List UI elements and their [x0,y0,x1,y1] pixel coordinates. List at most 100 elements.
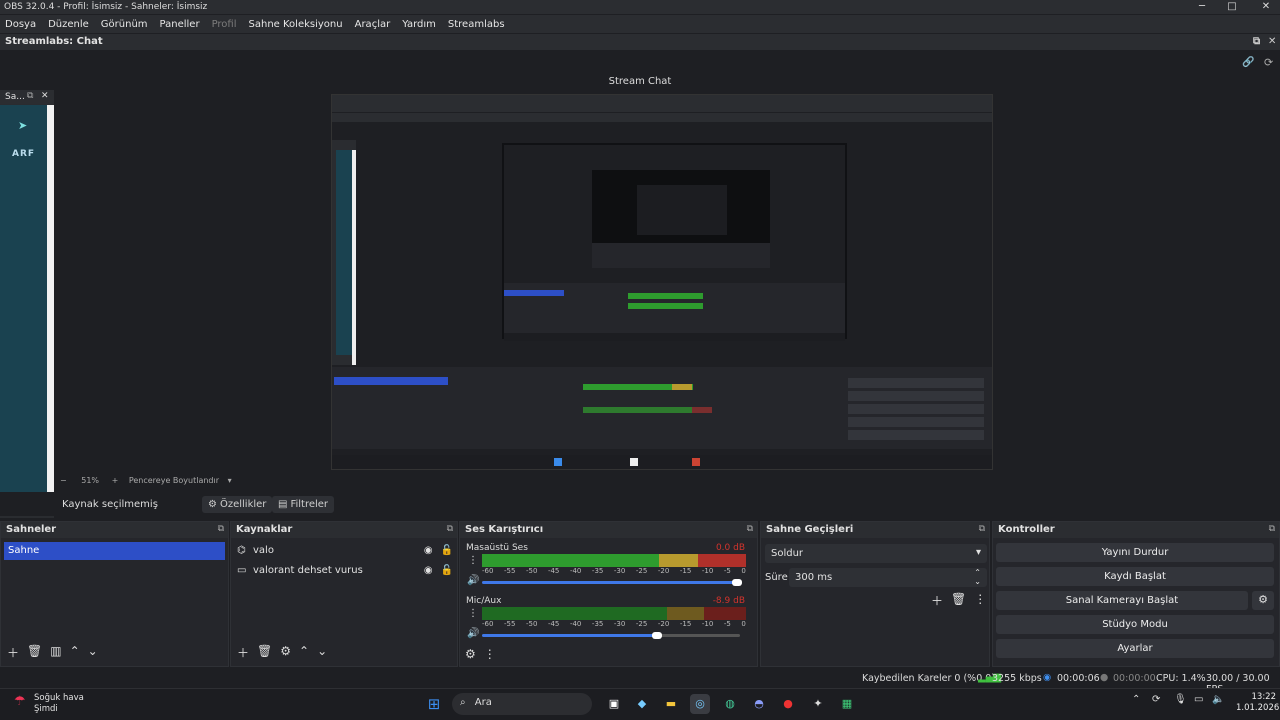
menu-gorunum[interactable]: Görünüm [101,19,148,30]
app-red-icon[interactable]: ● [778,694,798,714]
app-green-icon[interactable]: ▦ [837,694,857,714]
chevron-up-icon[interactable]: ⌃ [1132,694,1140,705]
trash-icon[interactable]: 🗑 [27,644,42,661]
side-close-icon[interactable]: ✕ [41,91,49,101]
app-icon[interactable]: ✦ [808,694,828,714]
obs-icon[interactable]: ◎ [690,694,710,714]
window-title: OBS 32.0.4 - Profil: İsimsiz - Sahneler:… [4,2,208,12]
add-icon[interactable]: ＋ [7,644,19,661]
audio-meter: -60 -55 -50 -45 -40 -35 -30 -25 -20 -15 -10 -5 0 [482,554,746,575]
lock-icon[interactable]: 🔓 [441,545,453,556]
trash-icon[interactable]: 🗑 [257,644,272,661]
sources-title: Kaynaklar [236,524,293,535]
side-strip: ➤ ARF [0,105,47,515]
duration-field[interactable]: 300 ms ⌃ ⌄ [789,568,987,587]
refresh-icon[interactable]: ⟳ [1264,56,1273,69]
clock[interactable]: 13:22 1.01.2026 [1236,692,1279,714]
menu-dots-icon[interactable]: ⋮ [974,592,986,609]
gear-icon[interactable]: ⚙ [1252,591,1274,610]
eye-icon[interactable]: ◉ [424,545,433,556]
start-recording-button[interactable]: Kaydı Başlat [996,567,1274,586]
eye-icon[interactable]: ◉ [424,565,433,576]
trash-icon[interactable]: 🗑 [951,592,966,609]
transition-select[interactable]: Soldur ▾ [765,544,987,563]
preview-canvas[interactable] [331,94,993,470]
network-icon[interactable]: ▭ [1194,694,1203,705]
gear-icon[interactable]: ⚙ [280,644,291,661]
copilot-icon[interactable]: ◆ [632,694,652,714]
folder-icon[interactable]: ▬ [661,694,681,714]
popout-icon[interactable]: ⧉ [979,524,985,534]
volume-knob[interactable] [732,579,742,586]
menu-dots-icon[interactable]: ⋮ [484,647,496,661]
time: 13:22 [1251,692,1277,702]
volume-knob[interactable] [652,632,662,639]
popout-icon[interactable]: ⧉ [747,524,753,534]
gamepad-icon: ⌬ [237,544,246,556]
popout-icon[interactable]: ⧉ [447,524,453,534]
weather-widget[interactable]: Soğuk hava Şimdi [34,693,84,715]
studio-mode-button[interactable]: Stüdyo Modu [996,615,1274,634]
menu-yardim[interactable]: Yardım [402,19,436,30]
send-icon[interactable]: ➤ [18,119,27,132]
menu-profil[interactable]: Profil [212,19,237,30]
link-icon[interactable]: 🔗 [1242,57,1254,68]
stop-stream-button[interactable]: Yayını Durdur [996,543,1274,562]
close-button[interactable]: ✕ [1256,1,1276,12]
menu-sahne-koleksiyonu[interactable]: Sahne Koleksiyonu [249,19,343,30]
move-up-icon[interactable]: ⌃ [70,644,80,661]
float-icon[interactable]: ⧉ [1253,36,1260,47]
mic-icon[interactable]: 🎙 [1174,694,1187,705]
properties-button[interactable]: ⚙ Özellikler [202,496,273,513]
side-float-icon[interactable]: ⧉ [27,91,33,101]
menu-dots-icon[interactable]: ⋮ [468,555,478,566]
move-down-icon[interactable]: ⌄ [317,644,327,661]
spin-icon[interactable]: ⌃ ⌄ [974,568,981,586]
move-up-icon[interactable]: ⌃ [299,644,309,661]
volume-slider[interactable] [482,634,658,637]
scene-item[interactable]: Sahne [4,542,225,560]
chevron-down-icon: ▾ [975,547,981,558]
start-icon[interactable]: ⊞ [424,694,444,714]
zoom-mode[interactable]: Pencereye Boyutlandır [129,476,219,485]
menu-paneller[interactable]: Paneller [160,19,200,30]
source-row[interactable]: ⌬ valo ◉ 🔓 [237,541,453,559]
zoom-out-button[interactable]: − [60,476,67,485]
task-view-icon[interactable]: ▣ [604,694,624,714]
scenes-header: Sahneler ⧉ [1,522,228,538]
maximize-button[interactable]: □ [1222,1,1242,12]
minimize-button[interactable]: ─ [1192,1,1212,12]
menu-dosya[interactable]: Dosya [5,19,36,30]
zoom-in-button[interactable]: + [112,476,119,485]
volume-slider[interactable] [482,581,740,584]
lock-icon[interactable]: 🔓 [441,565,453,576]
source-row[interactable]: ▭ valorant dehset vurus ◉ 🔓 [237,561,453,579]
menu-araclar[interactable]: Araçlar [355,19,391,30]
sync-icon[interactable]: ⟳ [1152,694,1160,705]
discord-icon[interactable]: ◓ [749,694,769,714]
speaker-icon[interactable]: 🔊 [467,628,479,639]
settings-button[interactable]: Ayarlar [996,639,1274,658]
menu-duzenle[interactable]: Düzenle [48,19,89,30]
status-bar: Kaybedilen Kareler 0 (%0.0) ▂▄▆ 3255 kbp… [0,668,1280,695]
popout-icon[interactable]: ⧉ [218,524,224,534]
start-virtual-camera-button[interactable]: Sanal Kamerayı Başlat [996,591,1248,610]
popout-icon[interactable]: ⧉ [1269,524,1275,534]
move-down-icon[interactable]: ⌄ [88,644,98,661]
gear-icon[interactable]: ⚙ [465,647,476,661]
add-icon[interactable]: ＋ [931,592,943,609]
search-box[interactable]: ⌕ Ara [452,693,592,715]
filters-label: Filtreler [290,499,329,510]
menu-streamlabs[interactable]: Streamlabs [448,19,505,30]
meter-bar [482,554,746,567]
menu-dots-icon[interactable]: ⋮ [468,608,478,619]
close-dock-icon[interactable]: ✕ [1268,36,1276,47]
filter-icon[interactable]: ▥ [50,644,61,661]
chevron-down-icon[interactable]: ▾ [228,476,232,485]
filters-button[interactable]: ▤ Filtreler [272,496,335,513]
volume-icon[interactable]: 🔈 [1212,694,1224,705]
side-logo: ARF [12,149,36,159]
chrome-icon[interactable]: ◍ [720,694,740,714]
add-icon[interactable]: ＋ [237,644,249,661]
speaker-icon[interactable]: 🔊 [467,575,479,586]
